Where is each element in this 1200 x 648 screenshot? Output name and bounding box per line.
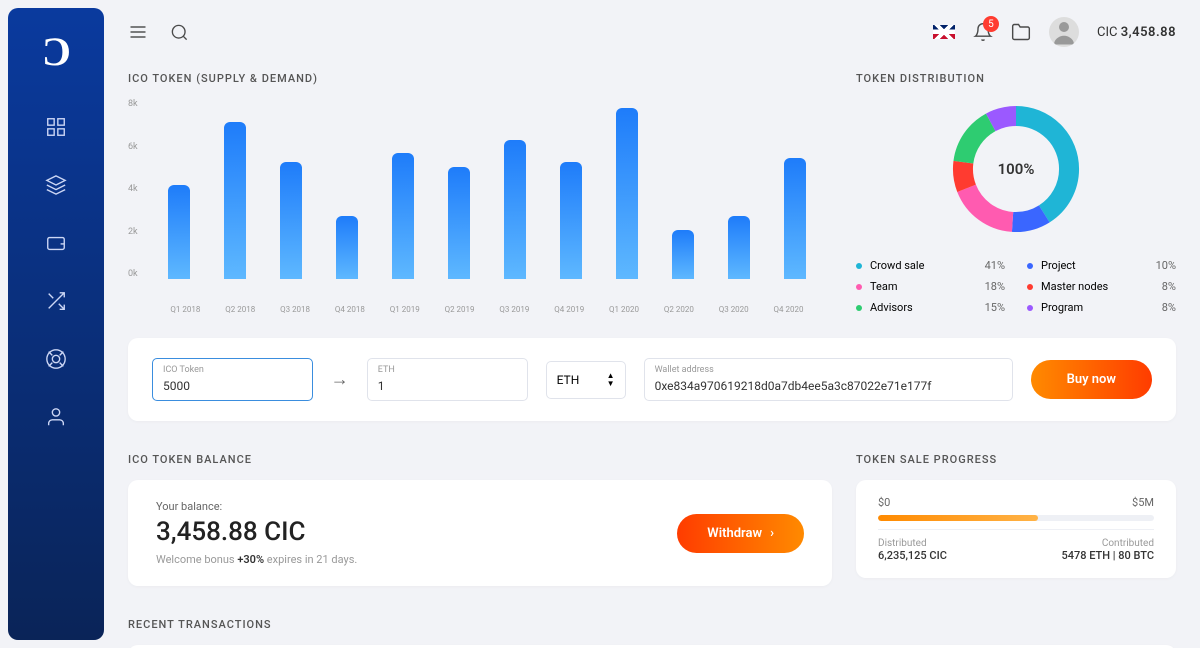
wallet-label: Wallet address	[655, 365, 1002, 375]
balance-card: Your balance: 3,458.88 CIC Welcome bonus…	[128, 480, 832, 586]
nav-shuffle[interactable]	[32, 277, 80, 325]
transactions-title: RECENT TRANSACTIONS	[128, 618, 1176, 631]
notifications-icon[interactable]: 5	[973, 22, 993, 42]
nav-dashboard[interactable]	[32, 103, 80, 151]
x-axis: Q1 2018Q2 2018Q3 2018Q4 2018Q1 2019Q2 20…	[128, 305, 816, 314]
y-axis: 8k6k4k2k0k	[128, 99, 138, 279]
nav-profile[interactable]	[32, 393, 80, 441]
language-flag-uk[interactable]	[933, 25, 955, 39]
search-icon[interactable]	[170, 23, 189, 42]
wallet-input[interactable]	[655, 379, 1002, 393]
buy-card: ICO Token → ETH ETH ▲▼ Wallet address Bu…	[128, 338, 1176, 421]
eth-label: ETH	[378, 365, 517, 375]
legend-item: Crowd sale41%	[856, 259, 1005, 272]
donut-center: 100%	[998, 160, 1035, 178]
chevron-right-icon: ›	[770, 526, 774, 541]
notification-badge: 5	[983, 16, 999, 32]
progress-end: $5M	[1132, 496, 1154, 509]
balance-section-title: ICO TOKEN BALANCE	[128, 453, 832, 466]
nav-support[interactable]	[32, 335, 80, 383]
buy-button[interactable]: Buy now	[1031, 360, 1152, 399]
chart-bar	[728, 216, 750, 279]
chart-bar	[616, 108, 638, 279]
contributed-label: Contributed	[1061, 538, 1154, 549]
cic-label: CIC	[1097, 25, 1117, 40]
progress-start: $0	[878, 496, 890, 509]
app-logo: C	[42, 28, 71, 75]
balance-amount: 3,458.88 CIC	[156, 517, 677, 547]
chart-bar	[280, 162, 302, 279]
legend-item: Master nodes8%	[1027, 280, 1176, 293]
cic-amount: 3,458.88	[1121, 25, 1176, 40]
nav-layers[interactable]	[32, 161, 80, 209]
chart-bar	[336, 216, 358, 279]
chart-bar	[448, 167, 470, 280]
balance-display: CIC 3,458.88	[1097, 25, 1176, 40]
arrow-icon: →	[331, 369, 349, 390]
distribution-panel: TOKEN DISTRIBUTION 100% Crowd sale41% Pro…	[856, 72, 1176, 314]
topbar: 5 CIC 3,458.88	[128, 10, 1176, 54]
main-content: 5 CIC 3,458.88 ICO TOKEN (SUPPLY & DEMAN…	[104, 0, 1200, 648]
chart-bar	[224, 122, 246, 280]
chart-bars	[158, 99, 816, 279]
nav-wallet[interactable]	[32, 219, 80, 267]
avatar[interactable]	[1049, 17, 1079, 47]
ico-token-input[interactable]	[163, 379, 302, 393]
eth-field[interactable]: ETH	[367, 358, 528, 401]
donut-chart: 100%	[946, 99, 1086, 239]
contributed-value: 5478 ETH | 80 BTC	[1061, 549, 1154, 562]
distributed-value: 6,235,125 CIC	[878, 549, 947, 562]
chart-bar	[392, 153, 414, 279]
chart-bar	[504, 140, 526, 280]
distributed-label: Distributed	[878, 538, 947, 549]
progress-card: $0 $5M Distributed 6,235,125 CIC Contrib…	[856, 480, 1176, 578]
balance-note: Welcome bonus +30% expires in 21 days.	[156, 553, 677, 566]
folder-icon[interactable]	[1011, 22, 1031, 42]
sidebar: C	[8, 8, 104, 640]
chart-bar	[672, 230, 694, 280]
currency-select[interactable]: ETH ▲▼	[546, 361, 626, 399]
legend-item: Team18%	[856, 280, 1005, 293]
balance-label: Your balance:	[156, 500, 677, 513]
ico-token-label: ICO Token	[163, 365, 302, 375]
progress-bar	[878, 515, 1154, 521]
ico-token-field[interactable]: ICO Token	[152, 358, 313, 401]
progress-fill	[878, 515, 1038, 521]
chart-title: ICO TOKEN (SUPPLY & DEMAND)	[128, 72, 816, 85]
distribution-legend: Crowd sale41% Project10% Team18% Master nod…	[856, 259, 1176, 314]
legend-item: Program8%	[1027, 301, 1176, 314]
chart-bar	[168, 185, 190, 280]
progress-section-title: TOKEN SALE PROGRESS	[856, 453, 1176, 466]
legend-item: Advisors15%	[856, 301, 1005, 314]
withdraw-label: Withdraw	[707, 526, 762, 541]
legend-item: Project10%	[1027, 259, 1176, 272]
supply-demand-chart: ICO TOKEN (SUPPLY & DEMAND) 8k6k4k2k0k Q…	[128, 72, 816, 314]
distribution-title: TOKEN DISTRIBUTION	[856, 72, 1176, 85]
currency-value: ETH	[557, 373, 580, 387]
chart-bar	[560, 162, 582, 279]
eth-input[interactable]	[378, 379, 517, 393]
chart-bar	[784, 158, 806, 280]
withdraw-button[interactable]: Withdraw ›	[677, 514, 804, 553]
wallet-field[interactable]: Wallet address	[644, 358, 1013, 401]
chevron-updown-icon: ▲▼	[607, 372, 615, 388]
menu-icon[interactable]	[128, 22, 148, 42]
